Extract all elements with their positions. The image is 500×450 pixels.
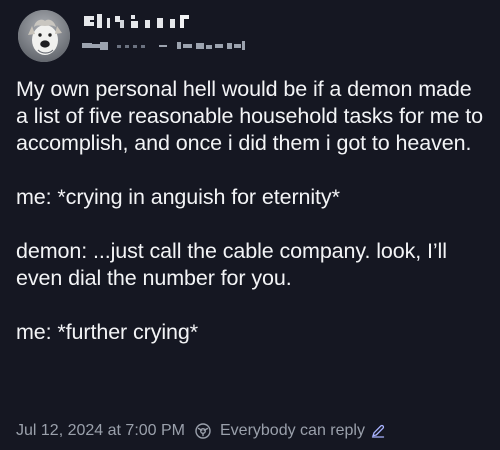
pencil-icon[interactable]: [370, 423, 386, 439]
blurred-display-name[interactable]: [84, 12, 224, 36]
post-paragraph-4: me: *further crying*: [16, 320, 199, 344]
post-paragraph-2: me: *crying in anguish for eternity*: [16, 185, 340, 209]
dog-avatar-icon: [18, 10, 70, 62]
post-footer: Jul 12, 2024 at 7:00 PM Everybody can re…: [16, 419, 386, 443]
post-card: My own personal hell would be if a demon…: [0, 0, 500, 450]
reply-settings-icon: [194, 422, 212, 440]
post-timestamp[interactable]: Jul 12, 2024 at 7:00 PM: [16, 422, 185, 440]
post-paragraph-1: My own personal hell would be if a demon…: [16, 77, 483, 155]
avatar[interactable]: [18, 10, 70, 62]
post-body: My own personal hell would be if a demon…: [16, 76, 486, 373]
reply-setting-label[interactable]: Everybody can reply: [220, 422, 365, 440]
post-paragraph-3: demon: ...just call the cable company. l…: [16, 239, 447, 290]
blurred-handle[interactable]: [82, 40, 307, 54]
